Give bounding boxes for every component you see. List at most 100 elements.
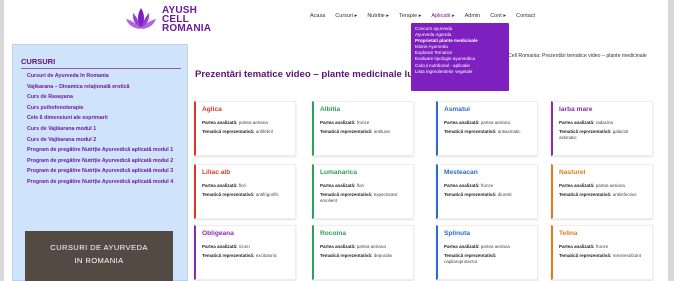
plant-card-title[interactable]: Splinuta xyxy=(444,230,531,237)
nav-item-cont[interactable]: Cont ▸ xyxy=(490,13,506,19)
plant-card[interactable]: Albitia Partea analizată: frunze Tematică … xyxy=(312,101,414,156)
part-label: Partea analizată: xyxy=(320,183,356,188)
dropdown-item[interactable]: Lista ingredientelor vegetale xyxy=(415,69,505,75)
plant-part-row: Partea analizată: partea aeriana xyxy=(444,244,531,250)
sidebar-item[interactable]: Cursuri de Ayurveda în Romania xyxy=(27,73,187,79)
plant-theme-row: Tematică reprezentativă: antitusiv xyxy=(320,129,407,135)
part-value: partea aeriana xyxy=(238,120,268,125)
plant-theme-row: Tematică reprezentativă: antiasmatic xyxy=(444,129,531,135)
plant-card-title[interactable]: Telina xyxy=(559,230,646,237)
sidebar-item[interactable]: Vajikarana – Dinamica relaţională erotic… xyxy=(27,84,187,90)
plant-card[interactable]: Mesteacan Partea analizată: frunze Tematic… xyxy=(436,164,538,219)
plant-card[interactable]: Lumanarica Partea analizată: flori Tematic… xyxy=(312,164,414,219)
plant-card-title[interactable]: Mesteacan xyxy=(444,169,531,176)
part-label: Partea analizată: xyxy=(320,120,356,125)
plant-card[interactable]: Liliac alb Partea analizată: flori Tematic… xyxy=(194,164,296,219)
courses-banner[interactable]: CURSURI DE AYURVEDA IN ROMANIA xyxy=(25,231,173,281)
theme-label: Tematică reprezentativă: xyxy=(559,192,612,197)
plant-theme-row: Tematică reprezentativă: capilaroprotect… xyxy=(444,253,531,265)
plant-card-title[interactable]: Rocoina xyxy=(320,230,407,237)
plant-part-row: Partea analizată: rizom xyxy=(202,244,289,250)
plant-card[interactable]: Aglica Partea analizată: partea aeriana Te… xyxy=(194,101,296,156)
part-label: Partea analizată: xyxy=(559,120,595,125)
theme-value: capilaroprotector xyxy=(444,259,478,264)
plant-card-title[interactable]: Lumanarica xyxy=(320,169,407,176)
theme-label: Tematică reprezentativă: xyxy=(320,192,373,197)
page-title: Prezentări tematice video – plante medic… xyxy=(195,69,419,80)
plant-theme-row: Tematică reprezentativă: expectorant emo… xyxy=(320,192,407,204)
theme-label: Tematică reprezentativă: xyxy=(559,129,612,134)
part-label: Partea analizată: xyxy=(444,183,480,188)
theme-label: Tematică reprezentativă: xyxy=(320,253,373,258)
theme-value: depurativ xyxy=(373,253,393,258)
nav-item-terapie[interactable]: Terapie ▸ xyxy=(399,13,421,19)
sidebar-item[interactable]: Curs de Vajikarana modul 2 xyxy=(27,137,187,143)
plant-part-row: Partea analizată: flori xyxy=(320,183,407,189)
part-label: Partea analizată: xyxy=(444,244,480,249)
plant-card-title[interactable]: Liliac alb xyxy=(202,169,289,176)
part-value: partea aeriana xyxy=(480,244,510,249)
part-label: Partea analizată: xyxy=(202,244,238,249)
sidebar-item[interactable]: Cele 6 dimensiuni ale exprimarii xyxy=(27,115,187,121)
part-value: partea aeriana xyxy=(356,244,386,249)
plant-theme-row: Tematică reprezentativă: excitotonic xyxy=(202,253,289,259)
logo-line: ROMANIA xyxy=(162,22,212,34)
sidebar-item[interactable]: Program de pregătire Nutriție Ayurvedică… xyxy=(27,147,187,153)
plant-card[interactable]: Splinuta Partea analizată: partea aeriana… xyxy=(436,225,538,280)
part-label: Partea analizată: xyxy=(320,244,356,249)
plant-card[interactable]: Telina Partea analizată: frunze Tematică r… xyxy=(551,225,653,280)
part-value: partea aeriana xyxy=(595,183,625,188)
nav-item-cursuri[interactable]: Cursuri ▸ xyxy=(335,13,357,19)
plant-part-row: Partea analizată: flori xyxy=(202,183,289,189)
theme-value: antitusiv xyxy=(373,129,391,134)
aplicatii-dropdown-menu: Concurs ayurveda Ayurveda Agenda Proprie… xyxy=(411,23,509,91)
theme-value: remineralizant xyxy=(612,253,641,258)
plant-card-title[interactable]: Obligeana xyxy=(202,230,289,237)
site-logo[interactable]: AYUSH CELL ROMANIA xyxy=(124,4,211,34)
main-nav: Acasa Cursuri ▸ Nutritie ▸ Terapie ▸ Apl… xyxy=(310,13,545,19)
plant-card-title[interactable]: Aglica xyxy=(202,106,289,113)
nav-item-contact[interactable]: Contact xyxy=(516,13,535,19)
part-value: flori xyxy=(356,183,365,188)
theme-value: excitotonic xyxy=(255,253,277,258)
banner-line: IN ROMANIA xyxy=(74,256,124,265)
sidebar-item[interactable]: Curs de Rasayana xyxy=(27,94,187,100)
plant-card[interactable]: Nasturel Partea analizată: partea aeriana… xyxy=(551,164,653,219)
plant-card[interactable]: Obligeana Partea analizată: rizom Tematică… xyxy=(194,225,296,280)
nav-item-acasa[interactable]: Acasa xyxy=(310,13,325,19)
part-label: Partea analizată: xyxy=(559,244,595,249)
sidebar-item[interactable]: Program de pregătire Nutriție Ayurvedică… xyxy=(27,179,187,185)
page: AYUSH CELL ROMANIA Acasa Cursuri ▸ Nutri… xyxy=(4,0,668,281)
plant-card[interactable]: Iarba mare Partea analizată: radacina Tema… xyxy=(551,101,653,156)
breadcrumb: Cell Romania: Prezentări tematice video … xyxy=(508,53,647,59)
part-label: Partea analizată: xyxy=(559,183,595,188)
theme-value: antifebril xyxy=(255,129,273,134)
sidebar-item[interactable]: Curs de Vajikarana modul 1 xyxy=(27,126,187,132)
plant-part-row: Partea analizată: frunze xyxy=(320,120,407,126)
theme-label: Tematică reprezentativă: xyxy=(444,253,497,258)
plant-theme-row: Tematică reprezentativă: antifebril xyxy=(202,129,289,135)
plant-card-title[interactable]: Albitia xyxy=(320,106,407,113)
sidebar-item[interactable]: Program de pregătire Nutriție Ayurvedică… xyxy=(27,158,187,164)
plant-card-title[interactable]: Asmatui xyxy=(444,106,531,113)
plant-part-row: Partea analizată: partea aeriana xyxy=(444,120,531,126)
plant-theme-row: Tematică reprezentativă: diuretic xyxy=(444,192,531,198)
plant-theme-row: Tematică reprezentativă: remineralizant xyxy=(559,253,646,259)
part-value: frunze xyxy=(480,183,494,188)
part-value: radacina xyxy=(595,120,614,125)
nav-item-aplicatii[interactable]: Aplicatii ▸ xyxy=(431,13,454,19)
theme-value: antiinfectios xyxy=(612,192,637,197)
nav-item-nutritie[interactable]: Nutritie ▸ xyxy=(367,13,389,19)
plant-card[interactable]: Asmatui Partea analizată: partea aeriana T… xyxy=(436,101,538,156)
plant-card[interactable]: Rocoina Partea analizată: partea aeriana T… xyxy=(312,225,414,280)
nav-item-admin[interactable]: Admin xyxy=(465,13,481,19)
plant-part-row: Partea analizată: frunze xyxy=(559,244,646,250)
plant-part-row: Partea analizată: partea aeriana xyxy=(202,120,289,126)
plant-card-title[interactable]: Iarba mare xyxy=(559,106,646,113)
plant-part-row: Partea analizată: partea aeriana xyxy=(559,183,646,189)
banner-line: CURSURI DE AYURVEDA xyxy=(50,243,148,252)
sidebar-item[interactable]: Curs psihofonoterapie xyxy=(27,105,187,111)
theme-label: Tematică reprezentativă: xyxy=(202,192,255,197)
plant-card-title[interactable]: Nasturel xyxy=(559,169,646,176)
sidebar-item[interactable]: Program de pregătire Nutriție Ayurvedică… xyxy=(27,168,187,174)
